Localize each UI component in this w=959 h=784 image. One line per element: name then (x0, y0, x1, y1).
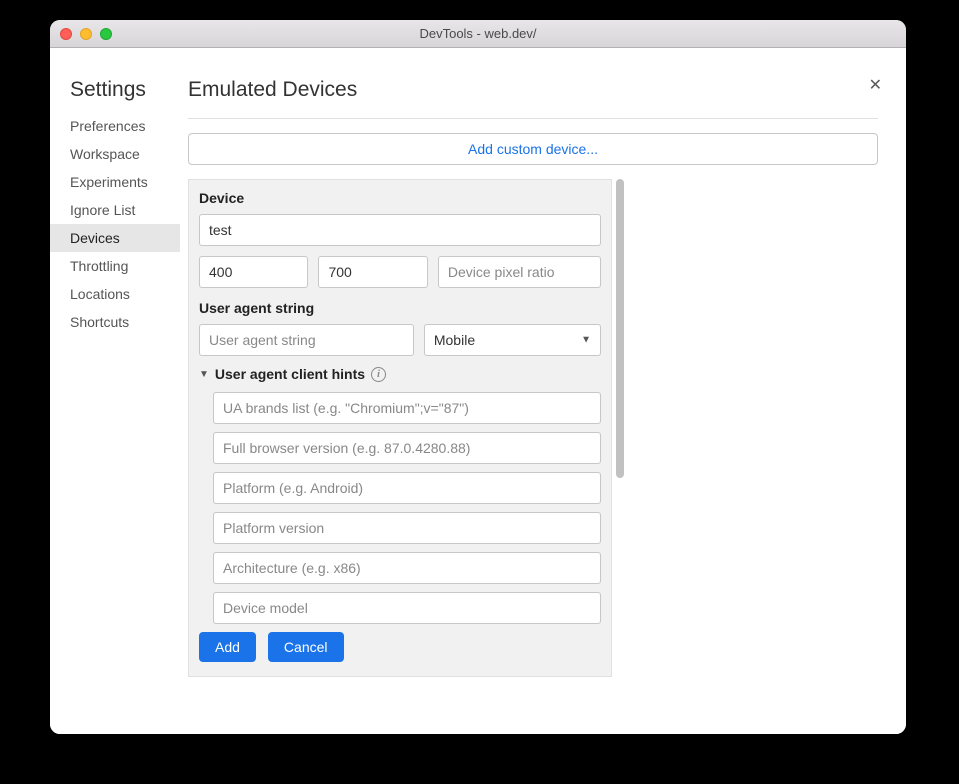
main-panel: Emulated Devices Add custom device... De… (180, 72, 906, 734)
device-model-input[interactable] (213, 592, 601, 624)
close-icon[interactable]: ✕ (869, 78, 882, 94)
ua-brands-input[interactable] (213, 392, 601, 424)
device-name-input[interactable] (199, 214, 601, 246)
ua-heading: User agent string (199, 300, 601, 316)
cancel-button[interactable]: Cancel (268, 632, 344, 662)
add-custom-device-button[interactable]: Add custom device... (188, 133, 878, 165)
sidebar-item-experiments[interactable]: Experiments (50, 168, 180, 196)
titlebar: DevTools - web.dev/ (50, 20, 906, 48)
ua-client-hints-section (199, 392, 601, 624)
user-agent-type-select[interactable]: Mobile (424, 324, 601, 356)
sidebar-item-shortcuts[interactable]: Shortcuts (50, 308, 180, 336)
sidebar-item-locations[interactable]: Locations (50, 280, 180, 308)
user-agent-string-input[interactable] (199, 324, 414, 356)
scrollbar-thumb[interactable] (616, 179, 624, 478)
sidebar-item-devices[interactable]: Devices (50, 224, 180, 252)
platform-input[interactable] (213, 472, 601, 504)
device-width-input[interactable] (199, 256, 308, 288)
settings-body: Settings Preferences Workspace Experimen… (50, 72, 906, 734)
disclosure-triangle-icon: ▼ (199, 369, 209, 380)
device-heading: Device (199, 190, 601, 206)
platform-version-input[interactable] (213, 512, 601, 544)
window-title: DevTools - web.dev/ (50, 26, 906, 41)
sidebar-title: Settings (50, 78, 180, 112)
sidebar: Settings Preferences Workspace Experimen… (50, 72, 180, 734)
sidebar-item-workspace[interactable]: Workspace (50, 140, 180, 168)
device-pixel-ratio-input[interactable] (438, 256, 601, 288)
settings-panel: ✕ Settings Preferences Workspace Experim… (50, 48, 906, 734)
architecture-input[interactable] (213, 552, 601, 584)
full-browser-version-input[interactable] (213, 432, 601, 464)
sidebar-item-preferences[interactable]: Preferences (50, 112, 180, 140)
minimize-window-icon[interactable] (80, 28, 92, 40)
zoom-window-icon[interactable] (100, 28, 112, 40)
sidebar-item-throttling[interactable]: Throttling (50, 252, 180, 280)
add-button[interactable]: Add (199, 632, 256, 662)
device-editor: Device User agent string (188, 179, 612, 677)
traffic-lights (50, 28, 112, 40)
device-height-input[interactable] (318, 256, 427, 288)
app-window: DevTools - web.dev/ ✕ Settings Preferenc… (50, 20, 906, 734)
scrollbar[interactable] (616, 179, 624, 677)
page-title: Emulated Devices (188, 72, 878, 118)
divider (188, 118, 878, 119)
close-window-icon[interactable] (60, 28, 72, 40)
device-editor-wrap: Device User agent string (188, 179, 878, 677)
info-icon[interactable]: i (371, 367, 386, 382)
ua-client-hints-toggle[interactable]: ▼ User agent client hints i (199, 366, 601, 382)
button-row: Add Cancel (199, 632, 601, 662)
sidebar-item-ignore-list[interactable]: Ignore List (50, 196, 180, 224)
ua-client-hints-label: User agent client hints (215, 366, 365, 382)
